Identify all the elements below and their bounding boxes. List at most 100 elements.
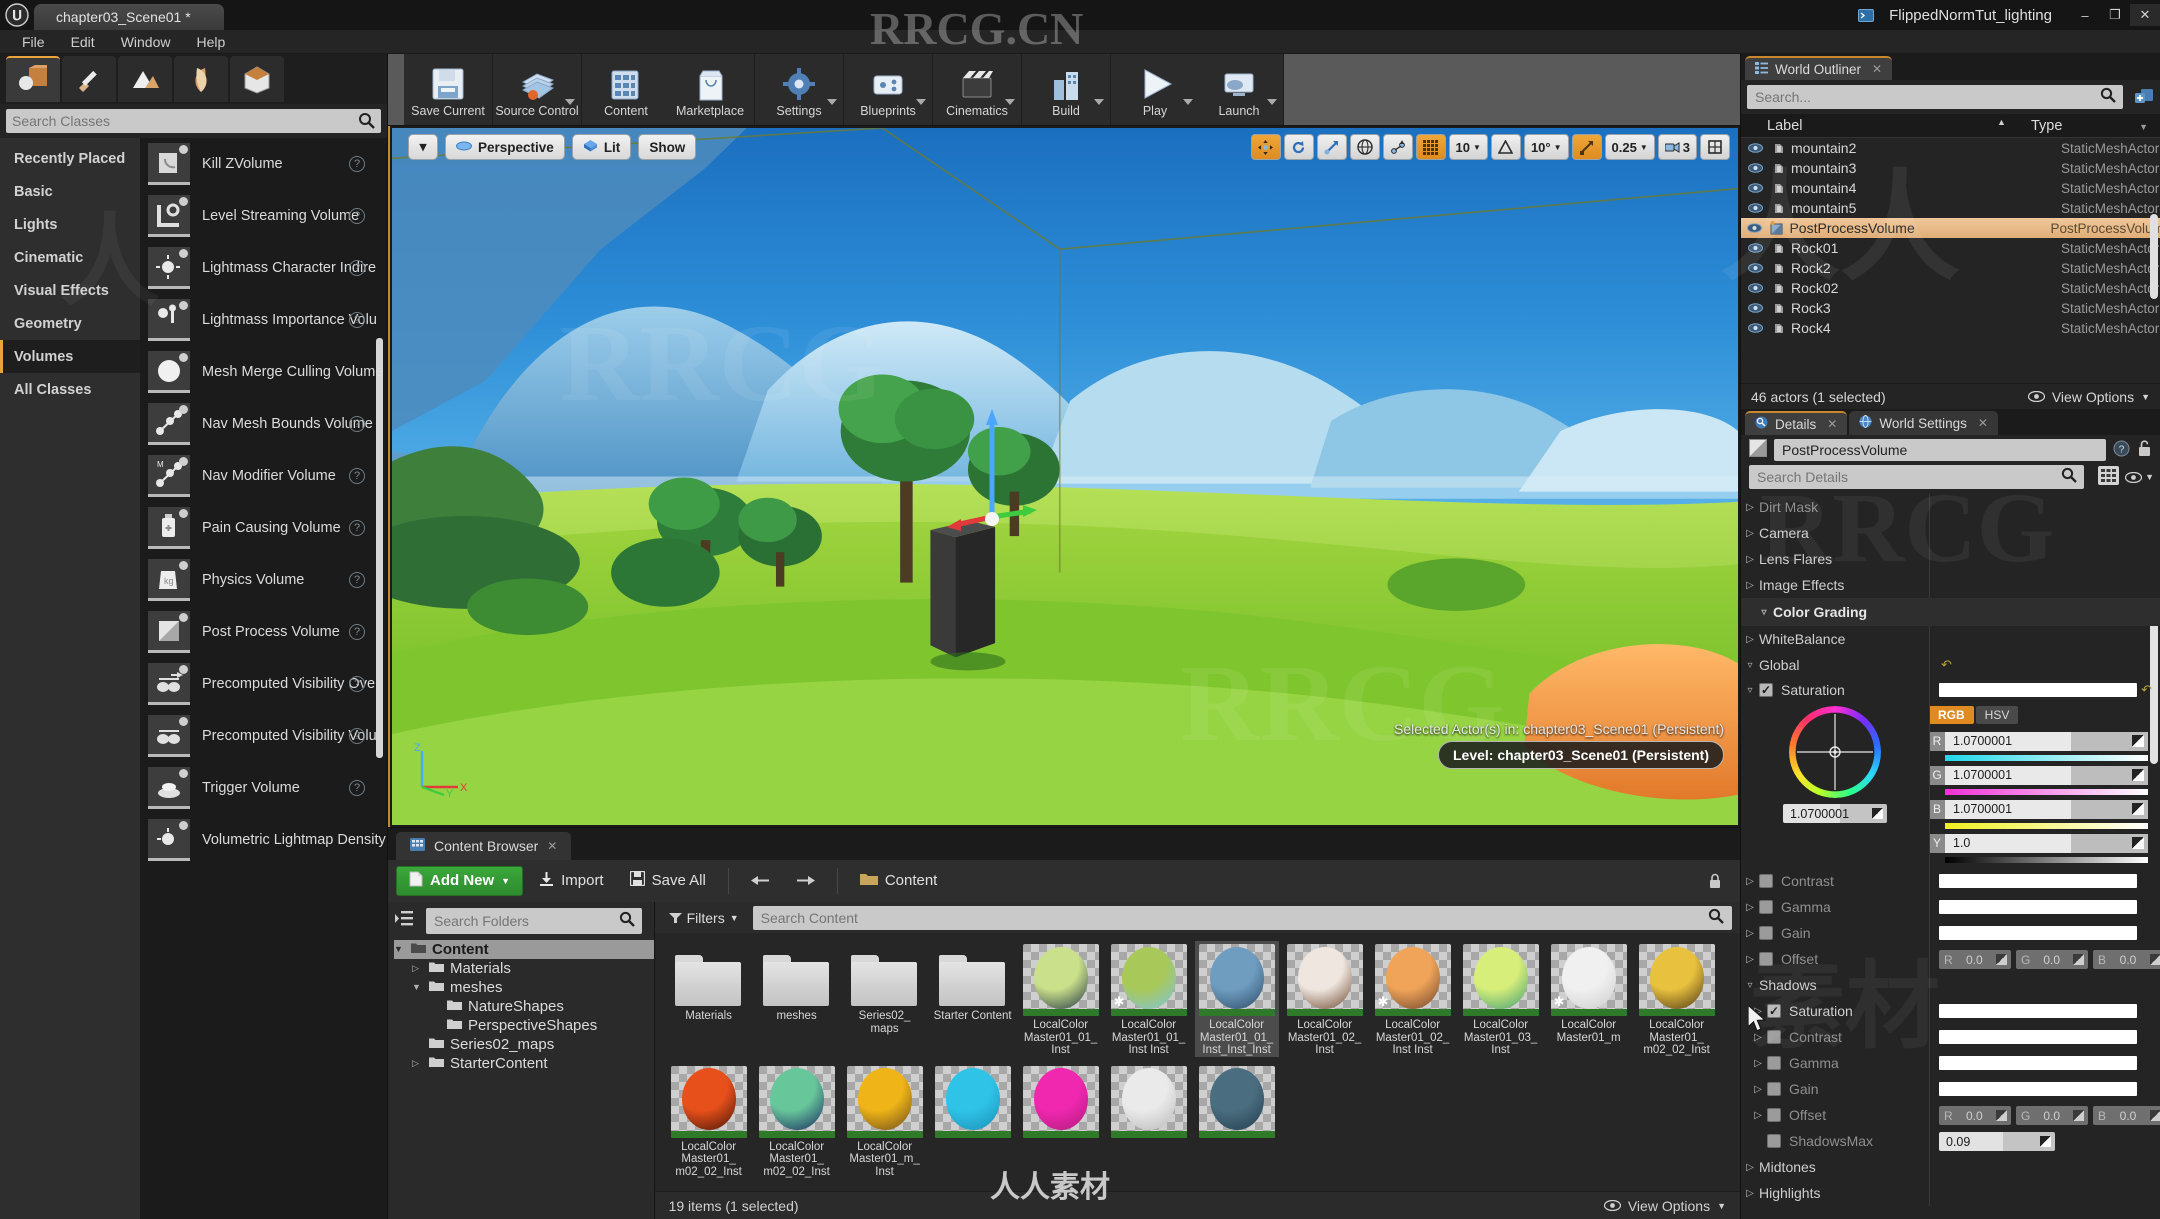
volume-item-nav-modifier-volume[interactable]: M Nav Modifier Volume? — [140, 450, 387, 502]
asset-material-tile[interactable]: ✱ LocalColor Master01_m — [1547, 941, 1631, 1057]
viewport-show-button[interactable]: Show — [638, 134, 697, 160]
chevron-down-icon[interactable] — [1094, 99, 1104, 105]
rotation-snap-value[interactable]: 10° ▼ — [1523, 134, 1569, 160]
expand-value-icon[interactable] — [2073, 1110, 2084, 1121]
console-icon[interactable] — [1855, 4, 1877, 26]
gamma-checkbox[interactable] — [1767, 1056, 1781, 1070]
offset-channel-b[interactable]: B 0.0 — [2093, 950, 2160, 969]
chevron-down-icon[interactable]: ▿ — [1755, 607, 1773, 618]
expand-value-icon[interactable] — [2040, 1136, 2051, 1147]
details-row-global-saturation[interactable]: ▿ ✓ Saturation ↶ — [1741, 678, 2160, 702]
asset-material-tile[interactable]: LocalColor Master01_ m02_02_Inst — [755, 1063, 839, 1179]
mode-geometry-tab[interactable] — [230, 56, 284, 102]
folder-tree-item-materials[interactable]: ▷ Materials — [394, 959, 654, 978]
menu-edit[interactable]: Edit — [59, 32, 107, 52]
details-grid-view-icon[interactable] — [2098, 465, 2120, 489]
modes-category-volumes[interactable]: Volumes — [0, 340, 140, 373]
details-category-color-grading[interactable]: ▿ Color Grading — [1741, 598, 2160, 626]
gamma-checkbox[interactable] — [1759, 900, 1773, 914]
master-saturation-value[interactable]: 1.0700001 — [1783, 804, 1887, 823]
viewport-options-button[interactable]: ▾ — [408, 134, 438, 160]
shadows-offset-channel-r[interactable]: R 0.0 — [1939, 1106, 2011, 1125]
tree-expander-icon[interactable]: ▷ — [412, 963, 423, 974]
modes-category-basic[interactable]: Basic — [0, 175, 140, 208]
color-channel-value[interactable]: 1.0700001 — [1945, 765, 2148, 785]
chevron-down-icon[interactable] — [827, 99, 837, 105]
modes-category-all-classes[interactable]: All Classes — [0, 373, 140, 406]
outliner-row[interactable]: Rock01 StaticMeshActor — [1741, 238, 2160, 258]
rgb-mode-button[interactable]: RGB — [1929, 706, 1974, 724]
asset-material-tile[interactable]: ✱ LocalColor Master01_02_ Inst Inst — [1371, 941, 1455, 1057]
rotate-tool-button[interactable] — [1283, 134, 1314, 160]
asset-material-tile[interactable]: LocalColor Master01_01_ Inst — [1019, 941, 1103, 1057]
expand-value-icon[interactable] — [2149, 954, 2160, 965]
offset-channel-r[interactable]: R 0.0 — [1939, 950, 2011, 969]
visibility-toggle-icon[interactable] — [1745, 163, 1765, 173]
color-channel-row-y[interactable]: Y 1.0 — [1929, 832, 2148, 854]
collapse-tree-icon[interactable] — [394, 910, 414, 931]
mode-paint-tab[interactable] — [62, 56, 116, 102]
chevron-down-icon[interactable]: ▿ — [1741, 660, 1759, 671]
search-content-field[interactable] — [752, 905, 1732, 930]
grid-snap-toggle[interactable] — [1415, 134, 1446, 160]
reset-arrow-icon[interactable]: ↶ — [1941, 657, 1952, 673]
details-tab[interactable]: Details ✕ — [1745, 411, 1848, 435]
search-folders-field[interactable] — [426, 907, 642, 934]
modes-category-cinematic[interactable]: Cinematic — [0, 241, 140, 274]
asset-folder-tile[interactable]: meshes — [755, 941, 839, 1057]
details-row-whitebalance[interactable]: ▷ WhiteBalance — [1741, 626, 2160, 652]
chevron-right-icon[interactable]: ▷ — [1741, 1162, 1759, 1173]
help-icon[interactable]: ? — [349, 572, 365, 588]
asset-material-tile[interactable]: LocalColor Master01_ m02_02_Inst — [667, 1063, 751, 1179]
close-icon[interactable]: ✕ — [547, 839, 557, 853]
asset-material-tile[interactable]: LocalColor Master01_m_ Inst — [843, 1063, 927, 1179]
outliner-col-label[interactable]: Label — [1741, 118, 2031, 134]
details-row-global-gain[interactable]: ▷ Gain — [1741, 920, 2160, 946]
visibility-toggle-icon[interactable] — [1745, 183, 1765, 193]
history-forward-button[interactable] — [786, 866, 825, 896]
outliner-row[interactable]: mountain3 StaticMeshActor — [1741, 158, 2160, 178]
chevron-right-icon[interactable]: ▷ — [1741, 876, 1759, 887]
toolbar-settings-button[interactable]: Settings — [757, 54, 841, 125]
expand-value-icon[interactable] — [2132, 837, 2144, 849]
details-row-shadows-gain[interactable]: ▷ Gain — [1741, 1076, 2160, 1102]
chevron-right-icon[interactable]: ▷ — [1741, 902, 1759, 913]
help-icon[interactable]: ? — [349, 208, 365, 224]
color-channel-gradient[interactable] — [1945, 857, 2148, 863]
saturation-checkbox[interactable]: ✓ — [1759, 683, 1773, 697]
help-icon[interactable]: ? — [349, 260, 365, 276]
details-row-shadows-contrast[interactable]: ▷ Contrast — [1741, 1024, 2160, 1050]
hsv-mode-button[interactable]: HSV — [1975, 706, 2019, 724]
offset-channel-g[interactable]: G 0.0 — [2016, 950, 2088, 969]
color-channel-value[interactable]: 1.0700001 — [1945, 731, 2148, 751]
rotation-snap-toggle[interactable] — [1490, 134, 1521, 160]
search-classes-input[interactable] — [12, 113, 375, 129]
expand-value-icon[interactable] — [2132, 769, 2144, 781]
expand-value-icon[interactable] — [2073, 954, 2084, 965]
toolbar-build-button[interactable]: Build — [1024, 54, 1108, 125]
asset-material-tile[interactable]: ✱ LocalColor Master01_01_ Inst Inst — [1107, 941, 1191, 1057]
help-icon[interactable]: ? — [349, 468, 365, 484]
content-browser-tab[interactable]: Content Browser ✕ — [396, 831, 572, 860]
offset-checkbox[interactable] — [1759, 952, 1773, 966]
toolbar-marketplace-button[interactable]: Marketplace — [668, 54, 752, 125]
chevron-down-icon[interactable] — [1005, 99, 1015, 105]
visibility-toggle-icon[interactable] — [1745, 203, 1765, 213]
expand-value-icon[interactable] — [2132, 735, 2144, 747]
shadowsmax-checkbox[interactable] — [1767, 1134, 1781, 1148]
maximize-button[interactable]: ❐ — [2100, 4, 2130, 26]
chevron-right-icon[interactable]: ▷ — [1749, 1084, 1767, 1095]
outliner-row[interactable]: Rock2 StaticMeshActor — [1741, 258, 2160, 278]
help-icon[interactable]: ? — [2113, 440, 2130, 461]
asset-material-tile[interactable] — [1107, 1063, 1191, 1179]
volume-item-nav-mesh-bounds-volume[interactable]: Nav Mesh Bounds Volume? — [140, 398, 387, 450]
mode-place-tab[interactable] — [6, 56, 60, 102]
folder-tree-item-perspectiveshapes[interactable]: PerspectiveShapes — [394, 1016, 654, 1035]
details-row-global-offset[interactable]: ▷OffsetR0.0G0.0B0.0Y0.0 — [1741, 946, 2160, 972]
color-channel-row-g[interactable]: G 1.0700001 — [1929, 764, 2148, 786]
grid-snap-value[interactable]: 10 ▼ — [1448, 134, 1488, 160]
asset-view-options-button[interactable]: View Options ▼ — [1603, 1198, 1726, 1214]
details-row-global-gamma[interactable]: ▷ Gamma — [1741, 894, 2160, 920]
breadcrumb[interactable]: Content — [850, 866, 948, 896]
chevron-down-icon[interactable] — [565, 99, 575, 105]
